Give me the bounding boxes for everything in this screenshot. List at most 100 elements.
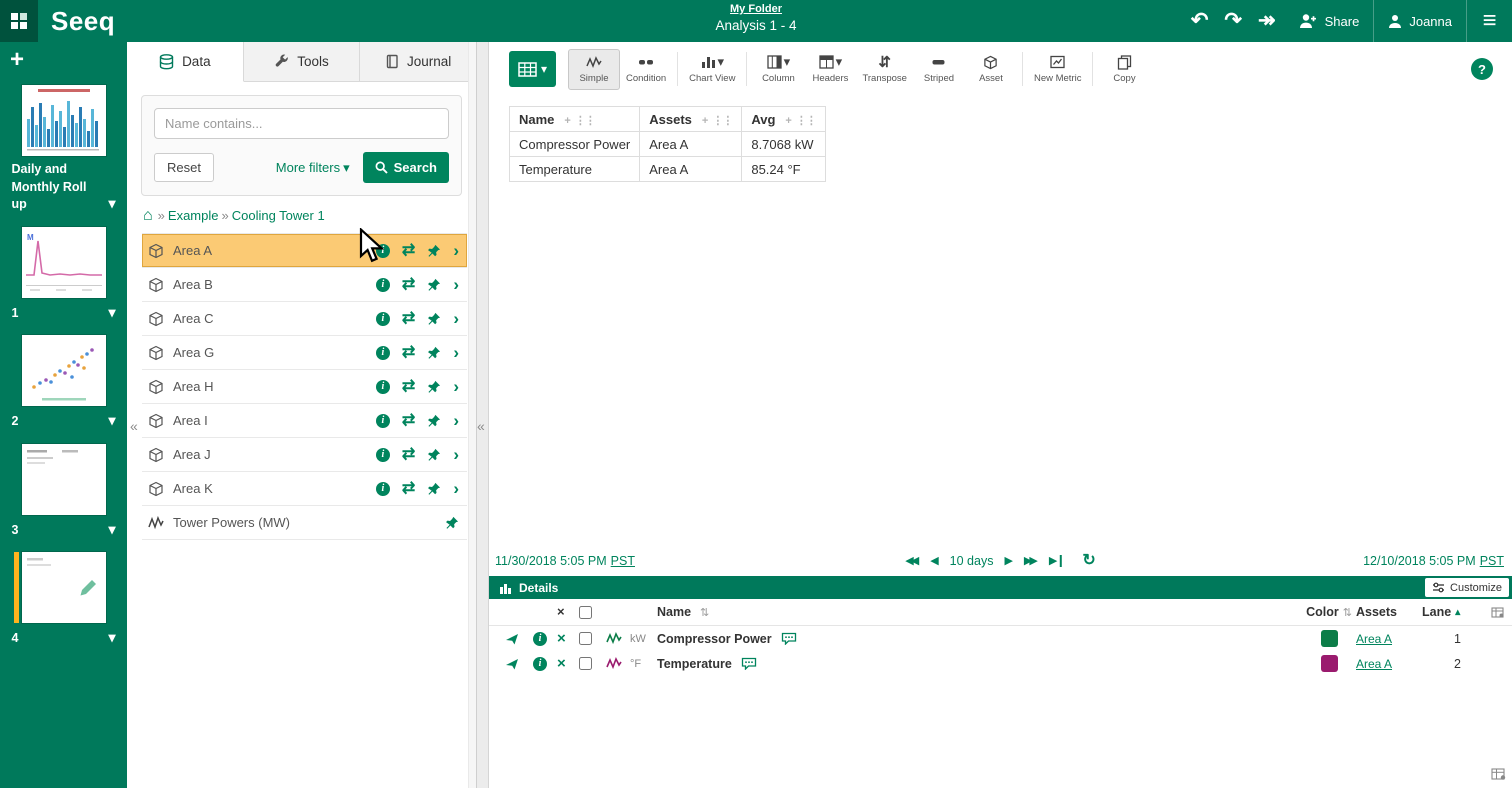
worksheet-caret-icon[interactable]: ▾ (104, 303, 115, 323)
worksheet-caret-icon[interactable]: ▾ (104, 194, 115, 214)
swap-asset-icon[interactable]: ⇄ (402, 312, 415, 326)
info-icon[interactable]: i (376, 448, 390, 462)
start-timezone-link[interactable]: PST (611, 554, 635, 568)
toolbar-button-headers[interactable]: ▾ Headers (804, 49, 856, 90)
collapse-panel-icon[interactable]: « (477, 418, 485, 434)
swap-asset-icon[interactable]: ⇄ (402, 380, 415, 394)
column-move-icon[interactable]: + (702, 115, 708, 127)
signal-name[interactable]: Compressor Power (657, 632, 772, 646)
asset-row-area-a[interactable]: Area A i ⇄ › (142, 234, 467, 268)
worksheet-thumbnail[interactable]: M (22, 227, 106, 298)
pin-icon[interactable] (427, 312, 441, 326)
swap-asset-icon[interactable]: ⇄ (402, 278, 415, 292)
send-icon[interactable] (505, 658, 533, 670)
remove-all-icon[interactable]: × (557, 605, 579, 619)
swap-asset-icon[interactable]: ⇄ (402, 244, 415, 258)
undo-icon[interactable]: ↶ (1183, 0, 1217, 42)
drill-in-chevron-icon[interactable]: › (453, 346, 459, 360)
toolbar-button-copy[interactable]: Copy (1098, 49, 1150, 90)
asset-row-area-c[interactable]: Area C i ⇄ › (142, 302, 467, 336)
sort-icon[interactable]: ⇅ (1343, 606, 1352, 619)
asset-row-area-j[interactable]: Area J i ⇄ › (142, 438, 467, 472)
drill-in-chevron-icon[interactable]: › (453, 482, 459, 496)
range-start[interactable]: 11/30/2018 5:05 PMPST (495, 554, 635, 568)
pin-icon[interactable] (427, 346, 441, 360)
toolbar-button-asset[interactable]: Asset (965, 49, 1017, 90)
pin-icon[interactable] (427, 482, 441, 496)
details-row-temperature[interactable]: i × °F Temperature Area (489, 651, 1512, 676)
sort-icon[interactable]: ⇅ (700, 606, 709, 619)
comment-bubble-icon[interactable] (741, 657, 757, 670)
sort-ascending-icon[interactable]: ▴ (1455, 607, 1460, 618)
drill-in-chevron-icon[interactable]: › (453, 244, 459, 258)
drill-in-chevron-icon[interactable]: › (453, 312, 459, 326)
worksheet-label[interactable]: 3 (12, 522, 105, 540)
info-icon[interactable]: i (533, 657, 547, 671)
asset-row-area-b[interactable]: Area B i ⇄ › (142, 268, 467, 302)
pin-icon[interactable] (427, 448, 441, 462)
worksheet-label[interactable]: 1 (12, 305, 105, 323)
remove-icon[interactable]: × (557, 657, 579, 671)
table-row[interactable]: Compressor Power Area A 8.7068 kW (510, 132, 826, 157)
select-all-checkbox[interactable] (579, 606, 592, 619)
column-move-icon[interactable]: + (785, 115, 791, 127)
pin-icon[interactable] (427, 278, 441, 292)
asset-link[interactable]: Area A (1356, 632, 1392, 646)
tab-journal[interactable]: Journal (360, 42, 476, 81)
signal-row-tower-powers[interactable]: Tower Powers (MW) (142, 506, 467, 540)
step-to-now-icon[interactable]: ▶ (1049, 555, 1061, 567)
pin-icon[interactable] (427, 244, 441, 258)
collapse-rail-icon[interactable]: « (130, 418, 138, 434)
data-panel-scrollbar[interactable] (468, 42, 476, 788)
worksheet-caret-icon[interactable]: ▾ (104, 520, 115, 540)
column-header-assets[interactable]: Assets+⋮⋮ (640, 107, 742, 132)
app-grid-button[interactable] (0, 0, 38, 42)
info-icon[interactable]: i (376, 482, 390, 496)
worksheet-caret-icon[interactable]: ▾ (104, 628, 115, 648)
customize-button[interactable]: Customize (1425, 578, 1509, 597)
column-grip-icon[interactable]: ⋮⋮ (712, 115, 732, 127)
toolbar-button-condition[interactable]: Condition (620, 49, 672, 90)
toolbar-button-striped[interactable]: Striped (913, 49, 965, 90)
share-button[interactable]: Share (1284, 0, 1374, 42)
details-row-compressor-power[interactable]: i × kW Compressor Power (489, 626, 1512, 651)
row-checkbox[interactable] (579, 657, 592, 670)
user-menu[interactable]: Joanna (1373, 0, 1466, 42)
folder-breadcrumb-link[interactable]: My Folder (715, 3, 796, 15)
worksheet-thumbnail[interactable] (22, 444, 106, 515)
panel-settings-icon[interactable] (1491, 767, 1506, 785)
color-swatch[interactable] (1321, 655, 1338, 672)
swap-asset-icon[interactable]: ⇄ (402, 414, 415, 428)
breadcrumb-link-example[interactable]: Example (168, 208, 219, 223)
column-grip-icon[interactable]: ⋮⋮ (575, 115, 595, 127)
worksheet-label[interactable]: Daily and Monthly Roll up (12, 161, 105, 214)
drill-in-chevron-icon[interactable]: › (453, 380, 459, 394)
info-icon[interactable]: i (376, 312, 390, 326)
reset-button[interactable]: Reset (154, 153, 214, 182)
worksheet-label[interactable]: 2 (12, 413, 105, 431)
column-grip-icon[interactable]: ⋮⋮ (796, 115, 816, 127)
tab-tools[interactable]: Tools (244, 42, 361, 81)
info-icon[interactable]: i (376, 244, 390, 258)
swap-asset-icon[interactable]: ⇄ (402, 448, 415, 462)
asset-row-area-i[interactable]: Area I i ⇄ › (142, 404, 467, 438)
asset-row-area-g[interactable]: Area G i ⇄ › (142, 336, 467, 370)
pin-icon[interactable] (445, 516, 459, 530)
range-duration[interactable]: 10 days (950, 554, 994, 568)
info-icon[interactable]: i (533, 632, 547, 646)
more-filters-link[interactable]: More filters ▾ (276, 160, 350, 176)
search-input[interactable] (154, 108, 449, 139)
asset-link[interactable]: Area A (1356, 657, 1392, 671)
column-header-avg[interactable]: Avg+⋮⋮ (742, 107, 826, 132)
swap-asset-icon[interactable]: ⇄ (402, 482, 415, 496)
redo-icon[interactable]: ↷ (1216, 0, 1250, 42)
comment-bubble-icon[interactable] (781, 632, 797, 645)
toolbar-button-column[interactable]: ▾ Column (752, 49, 804, 90)
home-icon[interactable]: ⌂ (143, 210, 153, 222)
info-icon[interactable]: i (376, 346, 390, 360)
add-worksheet-button[interactable]: + (10, 48, 32, 72)
seeq-logo[interactable]: Seeq (51, 6, 115, 37)
row-checkbox[interactable] (579, 632, 592, 645)
panel-resize-gutter[interactable]: « (477, 42, 489, 788)
pin-icon[interactable] (427, 414, 441, 428)
